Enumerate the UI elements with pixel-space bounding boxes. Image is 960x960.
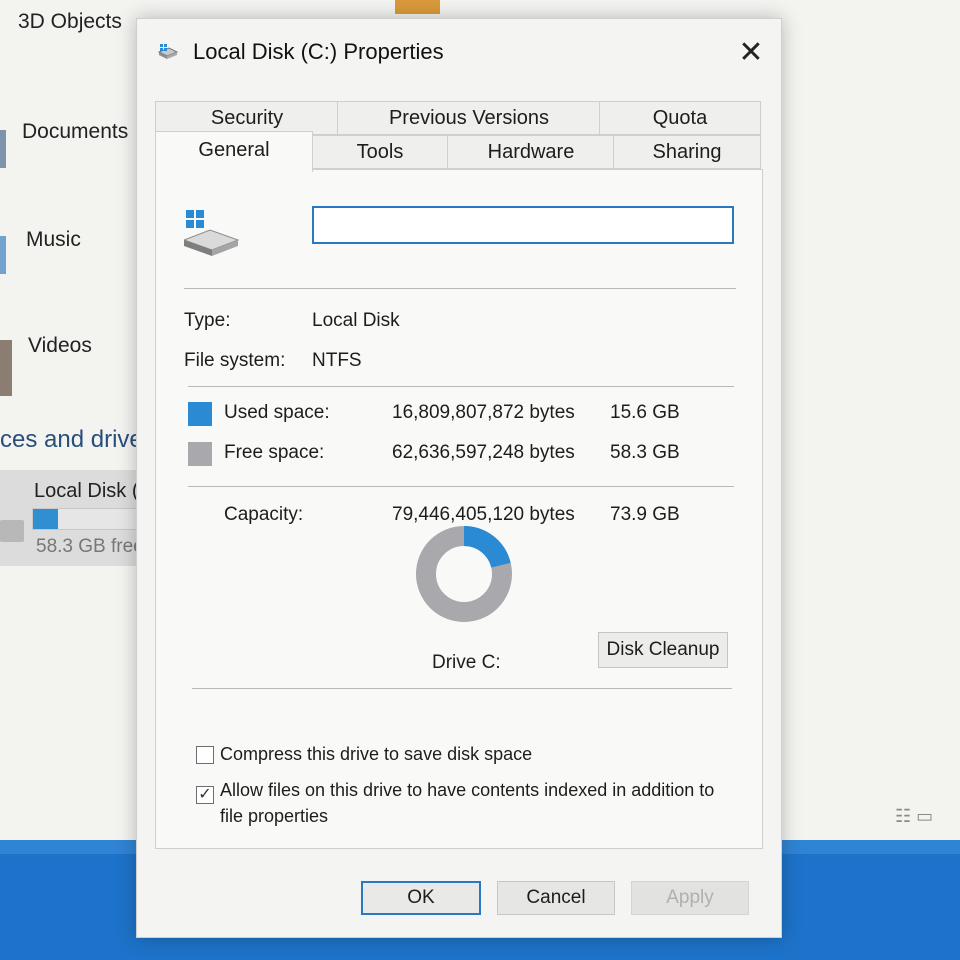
general-tab-panel: Type: Local Disk File system: NTFS Used … xyxy=(155,169,763,849)
drive-usage-fill xyxy=(33,509,58,529)
cancel-button[interactable]: Cancel xyxy=(497,881,615,915)
free-space-swatch xyxy=(188,442,212,466)
divider xyxy=(188,386,734,387)
index-label-line2: file properties xyxy=(220,806,329,826)
tab-sharing[interactable]: Sharing xyxy=(613,135,761,169)
divider xyxy=(188,486,734,487)
capacity-size: 73.9 GB xyxy=(610,504,680,525)
toolbar-fragment xyxy=(395,0,440,14)
divider xyxy=(192,688,732,689)
hard-drive-icon xyxy=(0,520,24,542)
hard-drive-icon xyxy=(184,210,240,256)
disk-cleanup-button[interactable]: Disk Cleanup xyxy=(598,632,728,668)
tab-security[interactable]: Security xyxy=(155,101,339,135)
used-space-swatch xyxy=(188,402,212,426)
disk-usage-donut xyxy=(416,526,512,622)
drive-free-text: 58.3 GB free xyxy=(36,536,144,557)
nav-item-videos[interactable]: Videos xyxy=(28,334,92,358)
view-toggle-icons[interactable]: ☷ ▭ xyxy=(895,806,933,827)
dialog-title: Local Disk (C:) Properties xyxy=(193,39,444,64)
devices-and-drives-heading: ces and drive xyxy=(0,426,143,453)
apply-button[interactable]: Apply xyxy=(631,881,749,915)
local-disk-tile[interactable]: Local Disk (C 58.3 GB free xyxy=(0,470,153,566)
drive-name-input[interactable] xyxy=(312,206,734,244)
tab-quota[interactable]: Quota xyxy=(599,101,761,135)
free-space-label: Free space: xyxy=(224,442,325,463)
music-icon xyxy=(0,236,6,274)
free-space-bytes: 62,636,597,248 bytes xyxy=(392,442,575,463)
videos-icon xyxy=(0,340,12,396)
file-system-value: NTFS xyxy=(312,350,362,371)
free-space-size: 58.3 GB xyxy=(610,442,680,463)
nav-item-music[interactable]: Music xyxy=(26,228,81,252)
compress-label: Compress this drive to save disk space xyxy=(220,744,533,764)
divider xyxy=(184,288,736,289)
used-space-bytes: 16,809,807,872 bytes xyxy=(392,402,575,423)
tab-tools[interactable]: Tools xyxy=(311,135,449,169)
used-space-label: Used space: xyxy=(224,402,330,423)
drive-label: Drive C: xyxy=(432,652,501,673)
drive-title-icon xyxy=(157,44,179,59)
index-label-line1: Allow files on this drive to have conten… xyxy=(220,780,715,800)
tab-hardware[interactable]: Hardware xyxy=(447,135,615,169)
type-value: Local Disk xyxy=(312,310,400,331)
documents-icon xyxy=(0,130,6,168)
close-button[interactable]: ✕ xyxy=(729,33,773,73)
capacity-bytes: 79,446,405,120 bytes xyxy=(392,504,575,525)
compress-checkbox[interactable] xyxy=(196,746,214,764)
nav-item-documents[interactable]: Documents xyxy=(22,120,128,144)
nav-item-3d-objects[interactable]: 3D Objects xyxy=(18,10,122,34)
drive-usage-bar xyxy=(32,508,152,530)
used-space-size: 15.6 GB xyxy=(610,402,680,423)
capacity-label: Capacity: xyxy=(224,504,304,525)
tab-general[interactable]: General xyxy=(155,131,313,172)
type-label: Type: xyxy=(184,310,231,331)
ok-button[interactable]: OK xyxy=(361,881,481,915)
index-checkbox[interactable]: ✓ xyxy=(196,786,214,804)
file-system-label: File system: xyxy=(184,350,286,371)
tab-previous-versions[interactable]: Previous Versions xyxy=(337,101,601,135)
properties-dialog: Local Disk (C:) Properties ✕ Security Pr… xyxy=(136,18,782,938)
